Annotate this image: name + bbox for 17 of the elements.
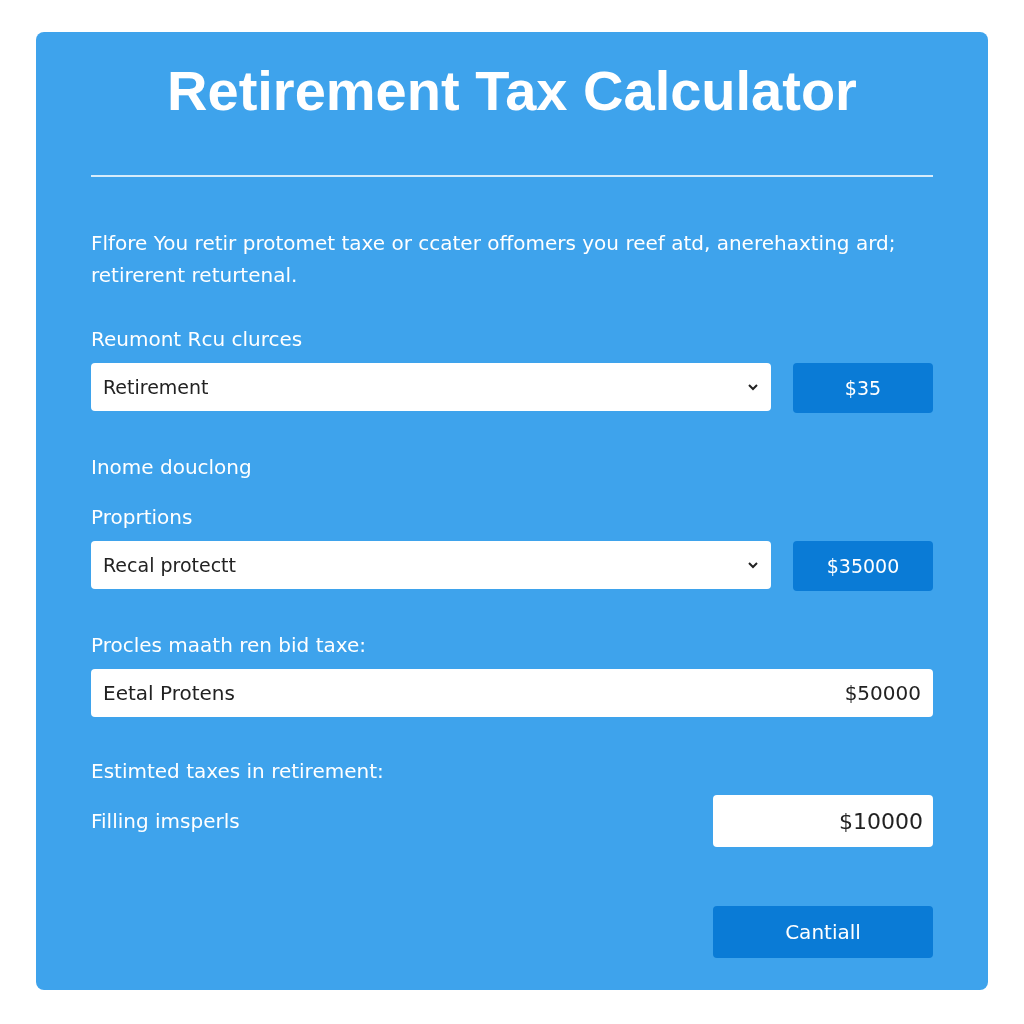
- caret-icon: [747, 561, 759, 569]
- caret-icon: [747, 383, 759, 391]
- result-value: $10000: [713, 795, 933, 847]
- field-label: Procles maath ren bid taxe:: [91, 632, 368, 659]
- amount-button[interactable]: $35000: [793, 541, 933, 591]
- intro-text: Flfore You retir protomet taxe or ccater offomers you reef atd, anerehaxting ard; retirerent returtenal.: [91, 230, 897, 289]
- input-field[interactable]: Eetal Protens $50000: [91, 669, 933, 717]
- dropdown-field[interactable]: Retirement: [91, 363, 771, 411]
- result-label: Filling imsperls: [91, 809, 240, 833]
- field-label: Reumont Rcu clurces: [91, 326, 304, 353]
- dropdown-field[interactable]: Recal protectt: [91, 541, 771, 589]
- calculator-title: Retirement Tax Calculator: [166, 58, 858, 124]
- field-label: Inome douclong: [91, 454, 253, 481]
- calculate-button[interactable]: Cantiall: [713, 906, 933, 958]
- field-label: Proprtions: [91, 504, 194, 531]
- amount-button[interactable]: $35: [793, 363, 933, 413]
- field-label: Estimted taxes in retirement:: [91, 758, 385, 785]
